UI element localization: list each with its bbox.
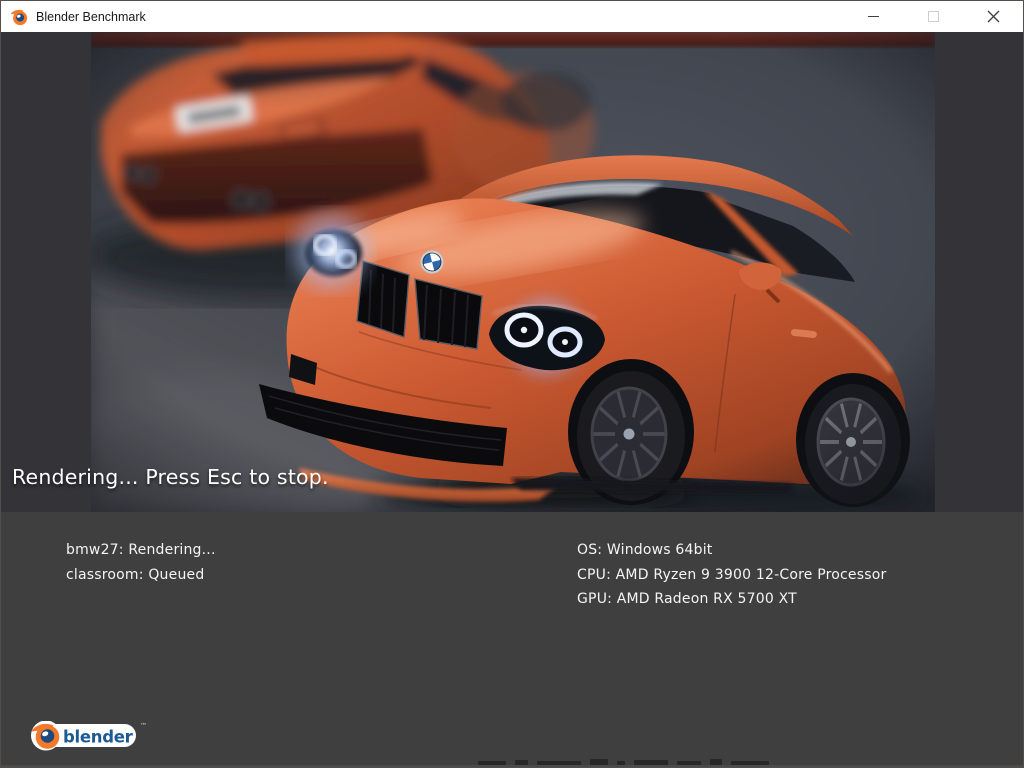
system-info: OS: Windows 64bit CPU: AMD Ryzen 9 3900 … bbox=[577, 538, 886, 612]
maximize-icon bbox=[927, 11, 939, 22]
content-area: Rendering... Press Esc to stop. bmw27: R… bbox=[1, 32, 1023, 767]
system-cpu: CPU: AMD Ryzen 9 3900 12-Core Processor bbox=[577, 566, 887, 583]
minimize-icon bbox=[867, 15, 879, 18]
blender-benchmark-window: Blender Benchmark Rendering... Press Esc… bbox=[0, 0, 1024, 768]
trademark-symbol: ™ bbox=[140, 722, 147, 730]
cutoff-watermark-artifact bbox=[478, 756, 769, 765]
blender-wordmark: blender bbox=[63, 728, 134, 747]
queue-item-classroom: classroom: Queued bbox=[66, 566, 205, 583]
close-button[interactable] bbox=[963, 1, 1023, 32]
window-title: Blender Benchmark bbox=[36, 9, 146, 24]
window-bottom-edge bbox=[1, 765, 1023, 767]
blender-logo-icon bbox=[10, 9, 28, 25]
render-preview-image bbox=[91, 32, 935, 512]
window-controls bbox=[843, 1, 1023, 32]
blender-brand-logo: blender ™ bbox=[29, 721, 149, 751]
system-gpu: GPU: AMD Radeon RX 5700 XT bbox=[577, 591, 797, 607]
system-os: OS: Windows 64bit bbox=[577, 542, 713, 558]
status-panel: bmw27: Rendering... classroom: Queued OS… bbox=[1, 512, 1023, 767]
queue-item-bmw27: bmw27: Rendering... bbox=[66, 542, 216, 558]
bmw27-render bbox=[91, 32, 935, 512]
vignette bbox=[91, 32, 935, 512]
minimize-button[interactable] bbox=[843, 1, 903, 32]
close-icon bbox=[987, 10, 999, 23]
benchmark-queue: bmw27: Rendering... classroom: Queued bbox=[66, 538, 216, 587]
maximize-button bbox=[903, 1, 963, 32]
render-status-overlay: Rendering... Press Esc to stop. bbox=[12, 465, 329, 489]
titlebar: Blender Benchmark bbox=[1, 1, 1023, 32]
